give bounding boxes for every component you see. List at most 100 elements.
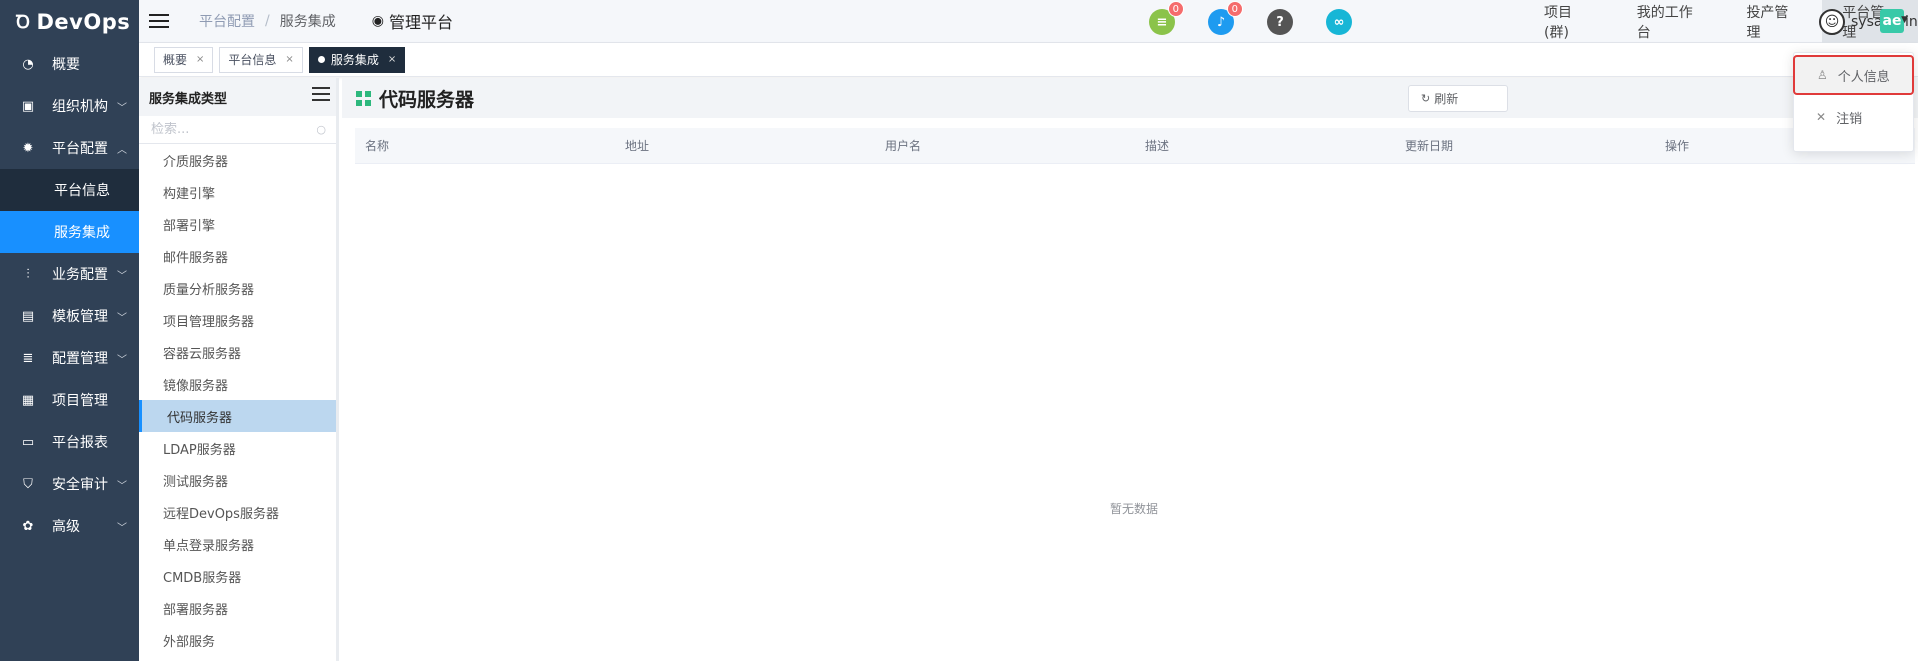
tree-item[interactable]: 介质服务器 xyxy=(139,144,336,176)
palette-icon: ✿ xyxy=(22,518,34,534)
lock-icon: ▣ xyxy=(21,98,35,114)
tree-item[interactable]: 单点登录服务器 xyxy=(139,528,336,560)
sidebar-item-business-config[interactable]: ⫶ 业务配置 ﹀ xyxy=(0,253,139,295)
sidebar-item-label: 安全审计 xyxy=(52,477,108,493)
sidebar-item-organization[interactable]: ▣ 组织机构 ﹀ xyxy=(0,85,139,127)
tree-item[interactable]: 容器云服务器 xyxy=(139,336,336,368)
sidebar: Ꝺ DevOps ◔ 概要 ▣ 组织机构 ﹀ ✹ 平台配置 ︿ 平台信息 服务集… xyxy=(0,0,139,661)
tag-overview[interactable]: 概要 × xyxy=(154,46,214,73)
tree-item[interactable]: 部署引擎 xyxy=(139,208,336,240)
sidebar-item-overview[interactable]: ◔ 概要 xyxy=(0,43,139,85)
tree-item[interactable]: 邮件服务器 xyxy=(139,240,336,272)
menu-item-profile[interactable]: ♙ 个人信息 xyxy=(1793,55,1914,95)
chevron-down-icon: ﹀ xyxy=(117,271,127,282)
user-menu[interactable]: ☺ sysadmin ae ▼ xyxy=(1803,0,1918,43)
column-header-updated[interactable]: 更新日期 xyxy=(1395,137,1655,154)
document-icon[interactable]: ≡ 0 xyxy=(1149,1,1184,35)
close-icon[interactable]: × xyxy=(196,54,204,65)
sidebar-item-label: 组织机构 xyxy=(52,99,108,115)
search-icon[interactable]: ○ xyxy=(316,123,326,136)
logo-icon: Ꝺ xyxy=(16,11,31,33)
chevron-down-icon: ﹀ xyxy=(117,355,127,366)
sidebar-item-security-audit[interactable]: ⛉ 安全审计 ﹀ xyxy=(0,463,139,505)
close-icon[interactable]: × xyxy=(388,54,396,65)
sidebar-item-label: 配置管理 xyxy=(52,351,108,367)
tree-item[interactable]: 构建引擎 xyxy=(139,176,336,208)
top-bar: 平台配置 / 服务集成 ◉ 管理平台 ≡ 0 ♪ 0 ? ∞ 项目(群) 我的工… xyxy=(139,0,1918,43)
chevron-up-icon: ︿ xyxy=(117,145,127,156)
tree-item[interactable]: CMDB服务器 xyxy=(139,560,336,592)
bell-icon[interactable]: ♪ 0 xyxy=(1208,1,1243,35)
sidebar-item-advanced[interactable]: ✿ 高级 ﹀ xyxy=(0,505,139,547)
tree-item[interactable]: 部署服务器 xyxy=(139,592,336,624)
close-icon[interactable]: × xyxy=(285,54,293,65)
tree-item-selected[interactable]: 代码服务器 xyxy=(139,400,336,432)
menu-toggle-icon[interactable] xyxy=(149,14,169,28)
sidebar-subitem-label: 服务集成 xyxy=(54,225,110,241)
sidebar-item-label: 平台配置 xyxy=(52,141,108,157)
eye-icon: ◉ xyxy=(371,13,384,29)
menu-item-label: 个人信息 xyxy=(1837,69,1890,85)
top-menu-projects[interactable]: 项目(群) xyxy=(1524,0,1617,43)
tree-item[interactable]: 远程DevOps服务器 xyxy=(139,496,336,528)
refresh-label: 刷新 xyxy=(1434,92,1459,106)
sidebar-subitem-platform-info[interactable]: 平台信息 xyxy=(0,169,139,211)
sidebar-item-label: 平台报表 xyxy=(52,435,108,451)
help-icon[interactable]: ? xyxy=(1267,9,1293,35)
docs-badge: 0 xyxy=(1167,1,1184,17)
chevron-down-icon: ﹀ xyxy=(117,313,127,324)
close-icon: ✕ xyxy=(1816,110,1827,124)
sidebar-subitem-service-integration[interactable]: 服务集成 xyxy=(0,211,139,253)
sidebar-item-config-management[interactable]: ≣ 配置管理 ﹀ xyxy=(0,337,139,379)
sidebar-item-label: 概要 xyxy=(52,57,80,73)
tree-item[interactable]: 测试服务器 xyxy=(139,464,336,496)
breadcrumb-separator: / xyxy=(265,13,270,29)
sidebar-item-platform-config[interactable]: ✹ 平台配置 ︿ xyxy=(0,127,139,169)
breadcrumb-item[interactable]: 平台配置 xyxy=(199,11,255,31)
menu-item-logout[interactable]: ✕ 注销 xyxy=(1794,95,1913,139)
breadcrumb-current: 服务集成 xyxy=(279,14,336,30)
service-type-tree: 服务集成类型 ○ 介质服务器 构建引擎 部署引擎 邮件服务器 质量分析服务器 项… xyxy=(139,78,339,661)
tree-item[interactable]: 质量分析服务器 xyxy=(139,272,336,304)
gear-icon: ✹ xyxy=(22,140,34,156)
tag-label: 服务集成 xyxy=(330,53,379,67)
link-icon[interactable]: ∞ xyxy=(1326,9,1352,35)
shield-icon: ⛉ xyxy=(23,476,33,492)
tree-item[interactable]: 外部服务 xyxy=(139,624,336,656)
breadcrumb: 平台配置 / 服务集成 xyxy=(199,11,336,31)
tree-item[interactable]: LDAP服务器 xyxy=(139,432,336,464)
tree-title: 服务集成类型 xyxy=(149,91,228,107)
column-header-name[interactable]: 名称 xyxy=(355,137,615,154)
platform-title-text: 管理平台 xyxy=(388,13,453,32)
chevron-down-icon: ﹀ xyxy=(117,523,127,534)
sidebar-item-label: 业务配置 xyxy=(52,267,108,283)
sidebar-item-label: 高级 xyxy=(52,519,80,535)
notifications-badge: 0 xyxy=(1226,1,1243,17)
grid-icon xyxy=(356,90,371,106)
sidebar-item-project-management[interactable]: ▦ 项目管理 xyxy=(0,379,139,421)
sidebar-item-label: 模板管理 xyxy=(52,309,108,325)
tree-item[interactable]: 镜像服务器 xyxy=(139,368,336,400)
tags-view: 概要 × 平台信息 × 服务集成 × xyxy=(139,43,1918,77)
tree-menu-icon[interactable] xyxy=(312,87,330,101)
sidebar-item-platform-report[interactable]: ▭ 平台报表 xyxy=(0,421,139,463)
sidebar-subitem-label: 平台信息 xyxy=(54,183,110,199)
toolbar-icons: ≡ 0 ♪ 0 ? ∞ xyxy=(1149,1,1385,35)
chevron-down-icon: ﹀ xyxy=(117,481,127,492)
column-header-address[interactable]: 地址 xyxy=(615,137,875,154)
monitor-icon: ▭ xyxy=(21,434,35,450)
app-logo[interactable]: Ꝺ DevOps xyxy=(0,0,139,43)
avatar: ☺ xyxy=(1819,8,1845,35)
column-header-username[interactable]: 用户名 xyxy=(875,137,1135,154)
column-header-description[interactable]: 描述 xyxy=(1135,137,1395,154)
sidebar-item-template-management[interactable]: ▤ 模板管理 ﹀ xyxy=(0,295,139,337)
refresh-button[interactable]: ↻ 刷新 xyxy=(1408,85,1508,112)
tree-item[interactable]: 项目管理服务器 xyxy=(139,304,336,336)
tag-service-integration[interactable]: 服务集成 × xyxy=(308,46,406,73)
logo-text: DevOps xyxy=(36,9,131,34)
refresh-icon: ↻ xyxy=(1421,92,1431,105)
top-menu-workbench[interactable]: 我的工作台 xyxy=(1617,0,1727,43)
dashboard-icon: ◔ xyxy=(22,56,34,72)
tag-platform-info[interactable]: 平台信息 × xyxy=(219,46,303,73)
tree-search-input[interactable] xyxy=(151,122,311,137)
